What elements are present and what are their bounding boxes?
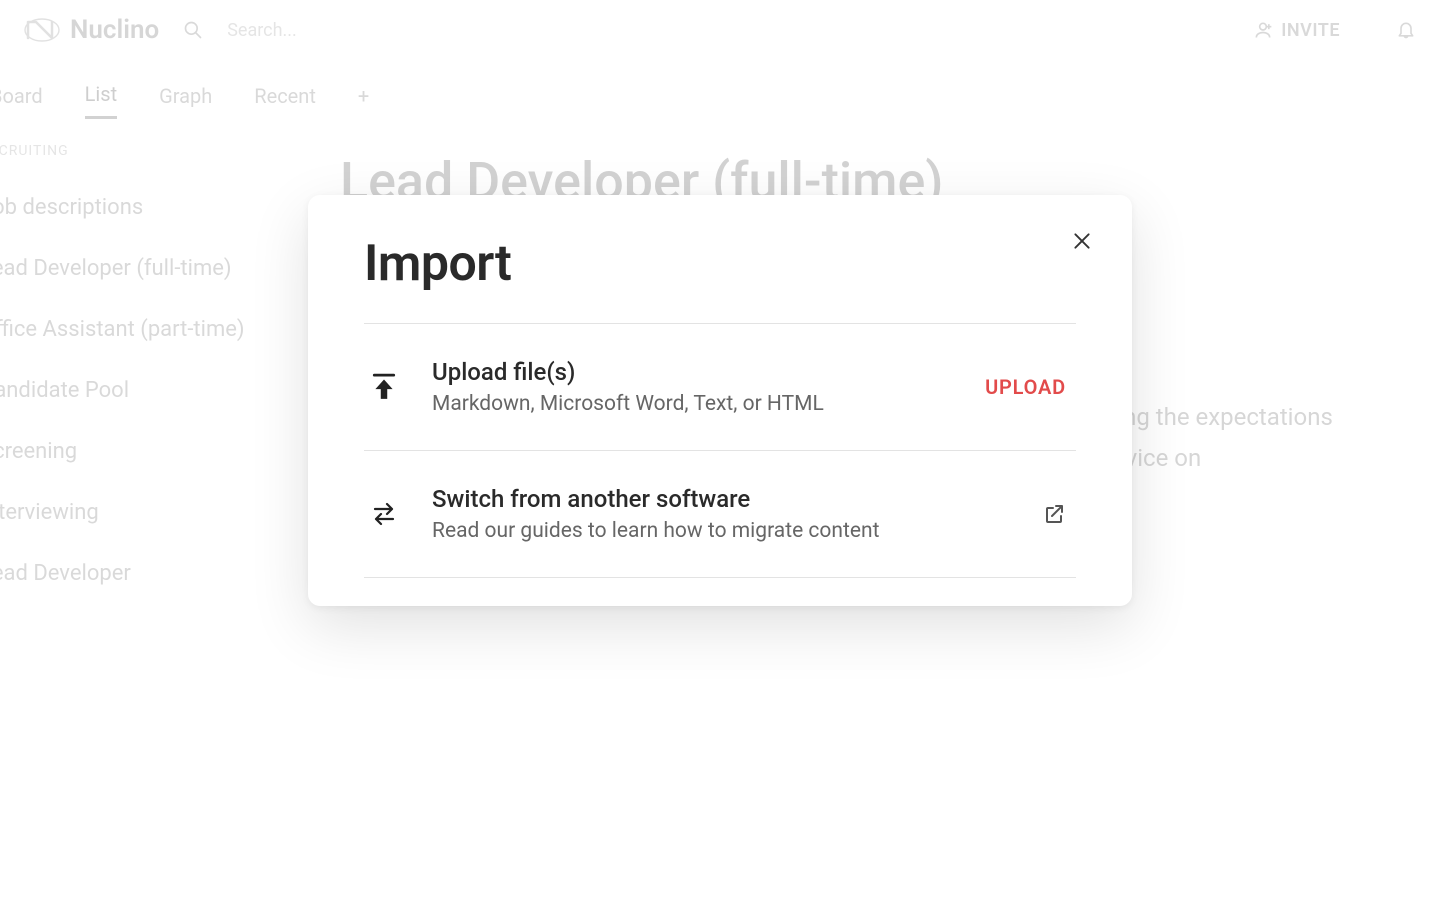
close-button[interactable] xyxy=(1064,223,1100,259)
upload-button[interactable]: UPLOAD xyxy=(985,375,1076,399)
switch-option-title: Switch from another software xyxy=(432,485,1014,513)
import-dialog: Import Upload file(s) Markdown, Microsof… xyxy=(308,195,1132,606)
upload-option-title: Upload file(s) xyxy=(432,358,957,386)
switch-icon xyxy=(364,502,404,526)
external-link-button[interactable] xyxy=(1042,502,1066,526)
close-icon xyxy=(1072,231,1092,251)
import-option-switch[interactable]: Switch from another software Read our gu… xyxy=(364,451,1076,578)
upload-option-subtitle: Markdown, Microsoft Word, Text, or HTML xyxy=(432,392,957,416)
import-option-upload[interactable]: Upload file(s) Markdown, Microsoft Word,… xyxy=(364,324,1076,451)
modal-overlay[interactable]: Import Upload file(s) Markdown, Microsof… xyxy=(0,0,1440,900)
external-link-icon xyxy=(1042,502,1066,526)
switch-option-subtitle: Read our guides to learn how to migrate … xyxy=(432,519,1014,543)
upload-icon xyxy=(364,373,404,401)
dialog-title: Import xyxy=(364,235,1076,293)
